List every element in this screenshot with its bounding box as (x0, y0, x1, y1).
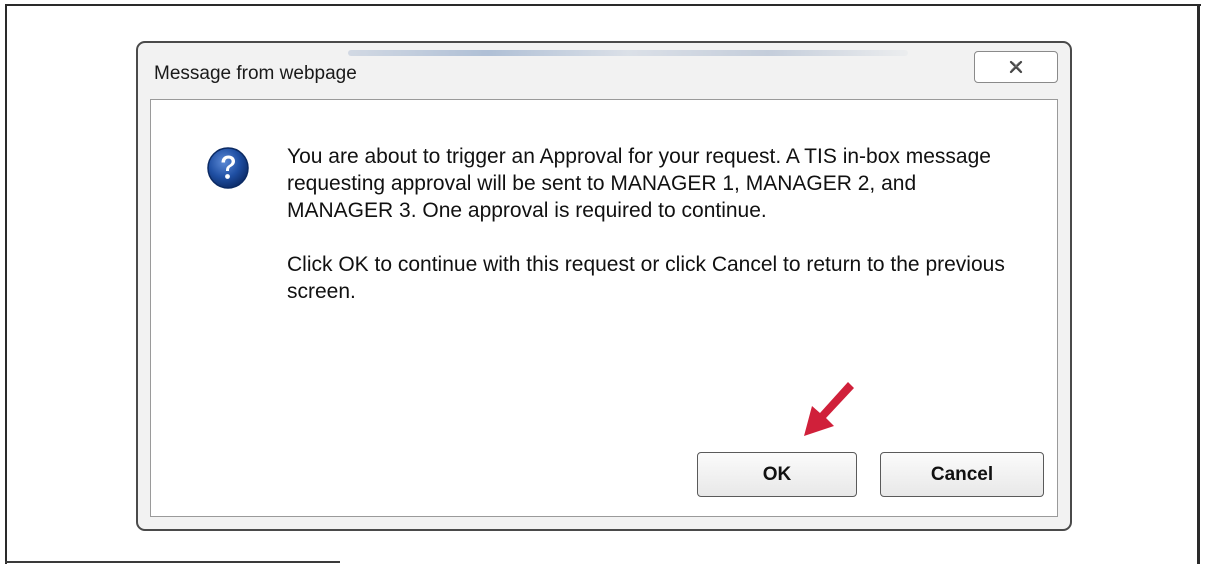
question-icon (206, 146, 250, 190)
cancel-button-label: Cancel (930, 463, 994, 485)
dialog-titlebar: Message from webpage (138, 43, 1070, 99)
message-dialog: Message from webpage You are about to tr… (136, 41, 1072, 531)
dialog-title: Message from webpage (154, 63, 357, 84)
close-button[interactable] (974, 51, 1058, 83)
frame-right-border (1197, 4, 1200, 564)
ok-button-label: OK (762, 463, 792, 485)
cancel-button[interactable]: Cancel (880, 452, 1044, 497)
dialog-content: You are about to trigger an Approval for… (150, 99, 1058, 517)
frame-left-border (5, 4, 7, 564)
frame-bottom-border (5, 561, 340, 563)
red-arrow-pointer-icon (800, 380, 856, 440)
message-paragraph-2: Click OK to continue with this request o… (287, 253, 1005, 303)
frame-top-border (5, 4, 1201, 6)
dialog-message: You are about to trigger an Approval for… (287, 143, 1027, 305)
titlebar-scan-artifact (348, 50, 908, 56)
ok-button[interactable]: OK (697, 452, 857, 497)
close-icon (1008, 59, 1024, 75)
message-paragraph-1: You are about to trigger an Approval for… (287, 145, 991, 222)
